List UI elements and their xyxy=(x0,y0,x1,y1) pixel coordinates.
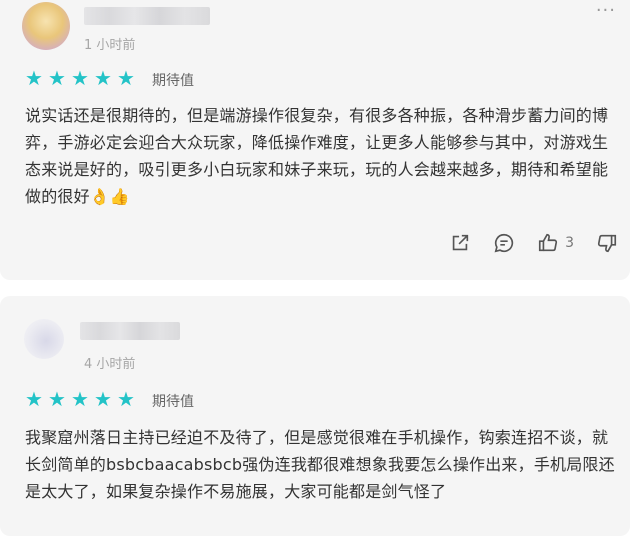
review-card: 4 小时前 ★ ★ ★ ★ ★ 期待值 我聚窟州落日主持已经迫不及待了，但是感觉… xyxy=(0,296,630,536)
more-options-icon[interactable]: ··· xyxy=(596,0,616,21)
star-icon: ★ xyxy=(25,387,43,411)
thumbs-down-icon xyxy=(597,234,617,253)
rating-stars: ★ ★ ★ ★ ★ xyxy=(25,387,135,411)
review-content: 我聚窟州落日主持已经迫不及待了，但是感觉很难在手机操作，钩索连招不谈，就长剑简单… xyxy=(25,428,615,501)
share-button[interactable] xyxy=(449,232,471,254)
review-actions: 3 xyxy=(427,228,618,258)
star-icon: ★ xyxy=(94,66,112,90)
star-icon: ★ xyxy=(71,66,89,90)
dislike-button[interactable] xyxy=(596,232,618,254)
star-icon: ★ xyxy=(25,66,43,90)
review-card: 1 小时前 ··· ★ ★ ★ ★ ★ 期待值 说实话还是很期待的，但是端游操作… xyxy=(0,0,630,280)
username-blurred[interactable] xyxy=(80,322,180,340)
like-count: 3 xyxy=(565,235,574,251)
like-button[interactable]: 3 xyxy=(537,232,574,254)
star-icon: ★ xyxy=(117,387,135,411)
review-time: 4 小时前 xyxy=(84,357,136,372)
share-icon xyxy=(452,234,469,251)
star-icon: ★ xyxy=(117,66,135,90)
user-avatar[interactable] xyxy=(22,2,70,50)
star-icon: ★ xyxy=(94,387,112,411)
rating-stars: ★ ★ ★ ★ ★ xyxy=(25,66,135,90)
star-icon: ★ xyxy=(71,387,89,411)
comment-icon xyxy=(494,233,514,253)
comment-button[interactable] xyxy=(493,232,515,254)
rating-label: 期待值 xyxy=(152,73,194,89)
star-icon: ★ xyxy=(48,66,66,90)
thumbs-up-icon xyxy=(539,233,558,252)
review-content: 说实话还是很期待的，但是端游操作很复杂，有很多各种振，各种滑步蓄力间的博弈，手游… xyxy=(25,106,609,206)
review-time: 1 小时前 xyxy=(84,38,136,53)
rating-label: 期待值 xyxy=(152,394,194,410)
username-blurred[interactable] xyxy=(84,7,210,25)
star-icon: ★ xyxy=(48,387,66,411)
user-avatar[interactable] xyxy=(24,319,64,359)
